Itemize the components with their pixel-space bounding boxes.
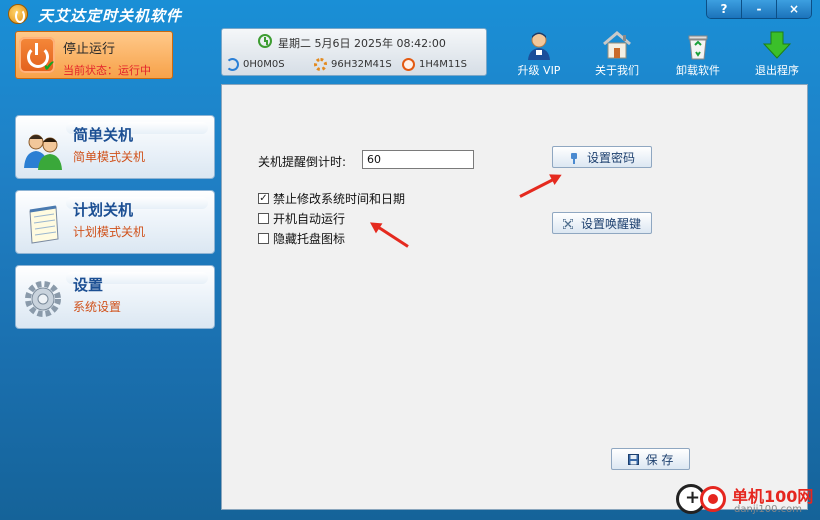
stat-value: 0H0M0S <box>243 59 285 70</box>
gear-icon <box>22 278 64 320</box>
checkbox[interactable] <box>258 213 269 224</box>
help-button[interactable]: ? <box>707 0 741 18</box>
uninstall-label: 卸载软件 <box>676 64 720 77</box>
title-bar: 天艾达定时关机软件 ? - × <box>0 0 820 28</box>
sidebar-item-simple-shutdown[interactable]: 简单关机 简单模式关机 <box>15 115 215 179</box>
status-title: 停止运行 <box>63 42 116 57</box>
key-icon <box>569 152 579 164</box>
stat-value: 96H32M41S <box>331 59 392 70</box>
checkbox[interactable]: ✓ <box>258 193 269 204</box>
set-password-button[interactable]: 设置密码 <box>552 146 652 168</box>
countdown-label: 关机提醒倒计时: <box>258 155 347 169</box>
option-label: 开机自动运行 <box>273 212 346 226</box>
stat-value: 1H4M11S <box>419 59 467 70</box>
sidebar-item-title: 设置 <box>73 276 104 294</box>
exit-button[interactable]: 退出程序 <box>749 30 805 80</box>
watermark: 单机100网 danji100.com <box>670 482 820 520</box>
sidebar-item-subtitle: 计划模式关机 <box>73 225 146 239</box>
minimize-button[interactable]: - <box>741 0 776 18</box>
checkbox[interactable] <box>258 233 269 244</box>
upgrade-vip-button[interactable]: 升级 VIP <box>511 30 567 80</box>
current-datetime: 星期二 5月6日 2025年 08:42:00 <box>278 37 446 50</box>
floppy-disk-icon <box>627 454 639 465</box>
exit-arrow-icon <box>760 30 794 60</box>
save-label: 保 存 <box>645 452 674 467</box>
check-icon: ✔ <box>43 57 56 75</box>
app-window: 天艾达定时关机软件 ? - × ✔ 停止运行 当前状态：运行中 星期二 5月6日… <box>0 0 820 520</box>
expand-icon <box>562 218 574 230</box>
sidebar-item-scheduled-shutdown[interactable]: 计划关机 计划模式关机 <box>15 190 215 254</box>
uninstall-button[interactable]: 卸载软件 <box>670 30 726 80</box>
status-subtitle: 当前状态：运行中 <box>63 64 151 77</box>
vip-user-icon <box>522 30 556 60</box>
sidebar-item-settings[interactable]: 设置 系统设置 <box>15 265 215 329</box>
watermark-logo-icon <box>700 486 726 512</box>
about-us-label: 关于我们 <box>595 64 639 77</box>
annotation-arrow <box>519 177 555 198</box>
sidebar-item-subtitle: 系统设置 <box>73 300 122 314</box>
about-us-button[interactable]: 关于我们 <box>589 30 645 80</box>
close-button[interactable]: × <box>776 0 811 18</box>
people-icon <box>22 128 64 170</box>
option-auto-start[interactable]: 开机自动运行 <box>258 210 345 227</box>
window-controls: ? - × <box>706 0 812 19</box>
set-wake-key-label: 设置唤醒键 <box>580 216 641 231</box>
sidebar-item-subtitle: 简单模式关机 <box>73 150 146 164</box>
clock-panel: 星期二 5月6日 2025年 08:42:00 0H0M0S 96H32M41S… <box>221 28 487 76</box>
recycle-bin-icon <box>681 30 715 60</box>
set-wake-key-button[interactable]: 设置唤醒键 <box>552 212 652 234</box>
option-label: 禁止修改系统时间和日期 <box>273 192 406 206</box>
gear-icon <box>314 58 327 71</box>
app-logo-icon <box>8 4 28 24</box>
stat-item: 1H4M11S <box>402 58 467 71</box>
countdown-input[interactable] <box>362 150 474 169</box>
option-label: 隐藏托盘图标 <box>273 232 346 246</box>
notepad-icon <box>22 203 64 245</box>
sidebar-item-title: 计划关机 <box>73 201 134 219</box>
settings-panel: 关机提醒倒计时: ✓ 禁止修改系统时间和日期 开机自动运行 隐藏托盘图标 设置密… <box>221 84 808 510</box>
water-icon <box>226 58 239 71</box>
watermark-subtext: danji100.com <box>734 504 802 515</box>
power-icon <box>402 58 415 71</box>
upgrade-vip-label: 升级 VIP <box>517 64 561 77</box>
sidebar-item-title: 简单关机 <box>73 126 134 144</box>
stat-item: 96H32M41S <box>314 58 392 71</box>
set-password-label: 设置密码 <box>586 150 635 165</box>
stop-run-button[interactable]: ✔ 停止运行 当前状态：运行中 <box>15 31 173 79</box>
stat-item: 0H0M0S <box>226 58 285 71</box>
option-hide-tray-icon[interactable]: 隐藏托盘图标 <box>258 230 345 247</box>
option-disable-time-change[interactable]: ✓ 禁止修改系统时间和日期 <box>258 190 405 207</box>
save-button[interactable]: 保 存 <box>611 448 690 470</box>
exit-label: 退出程序 <box>755 64 799 77</box>
home-icon <box>600 30 634 60</box>
clock-icon <box>258 34 272 48</box>
app-title: 天艾达定时关机软件 <box>38 7 183 25</box>
annotation-arrow <box>376 225 409 248</box>
